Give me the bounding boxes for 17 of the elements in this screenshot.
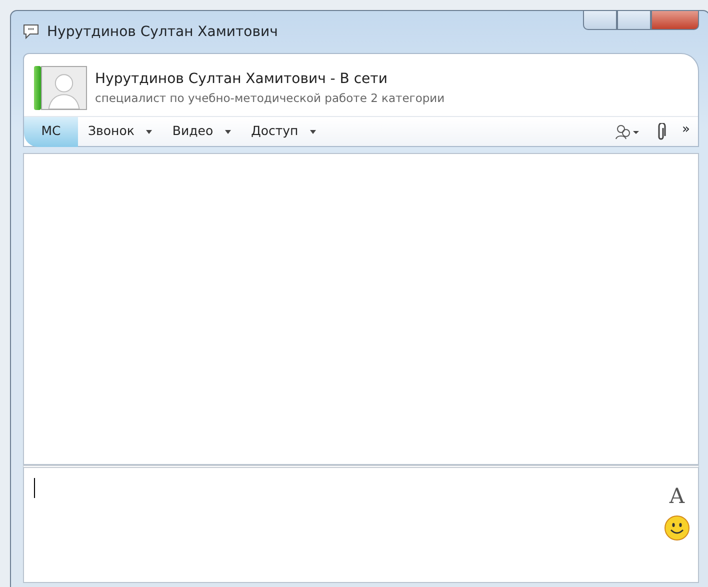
toolbar-tab[interactable]: Звонок (78, 116, 162, 146)
people-icon[interactable] (614, 124, 640, 140)
paperclip-icon[interactable] (656, 122, 666, 140)
toolbar-tab[interactable]: МС (24, 116, 78, 146)
avatar-icon (41, 66, 87, 110)
contact-name: Нурутдинов Султан Хамитович - В сети (95, 70, 388, 89)
chat-icon (23, 24, 41, 40)
toolbar-tab[interactable]: Видео (162, 116, 242, 146)
overflow-button[interactable]: » (682, 122, 690, 136)
window-title: Нурутдинов Султан Хамитович (47, 22, 278, 42)
smiley-icon[interactable] (664, 515, 690, 541)
font-button[interactable]: A (669, 486, 685, 507)
toolbar-tab[interactable]: Доступ (241, 116, 326, 146)
message-input[interactable]: A (23, 465, 699, 583)
minimize-button[interactable] (583, 10, 617, 30)
contact-title: специалист по учебно-методической работе 2 категории (95, 90, 445, 107)
maximize-button[interactable] (617, 10, 651, 30)
